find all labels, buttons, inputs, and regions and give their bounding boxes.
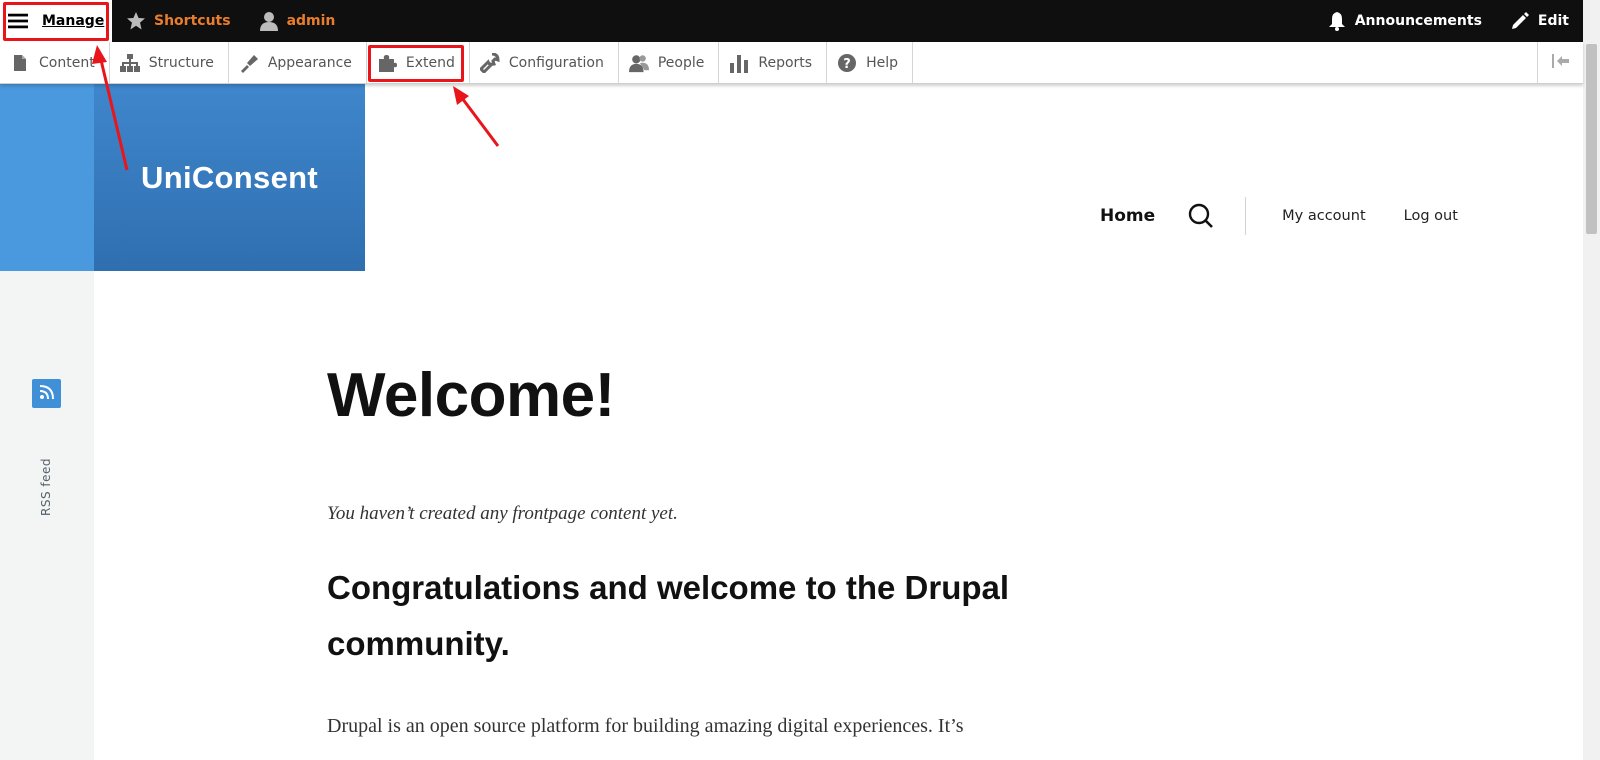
search-icon[interactable] — [1187, 202, 1215, 230]
tray-item-content[interactable]: Content — [0, 42, 110, 83]
site-branding[interactable]: UniConsent — [94, 84, 365, 271]
user-label: admin — [286, 13, 336, 29]
main-content: Welcome! You haven’t created any frontpa… — [327, 360, 1027, 737]
welcome-heading: Congratulations and welcome to the Drupa… — [327, 569, 1010, 662]
page-title: Welcome! — [327, 361, 615, 430]
wrench-icon — [479, 52, 500, 73]
bar-chart-icon — [729, 53, 749, 73]
manage-highlight-box — [3, 2, 109, 41]
rss-feed-link[interactable]: RSS feed — [32, 420, 60, 516]
tray-label-structure: Structure — [148, 54, 214, 71]
announcements-tab[interactable]: Announcements — [1313, 0, 1496, 42]
edit-tab[interactable]: Edit — [1496, 0, 1583, 42]
empty-content-message: You haven’t created any frontpage conten… — [327, 503, 678, 524]
collapse-left-icon — [1551, 53, 1571, 73]
tray-label-appearance: Appearance — [267, 54, 352, 71]
file-icon — [10, 53, 30, 73]
admin-toolbar: Manage Shortcuts admin Announcements Edi… — [0, 0, 1583, 42]
tray-item-help[interactable]: ? Help — [827, 42, 913, 83]
arrow-to-extend — [453, 86, 500, 147]
bell-icon — [1327, 11, 1347, 31]
tray-item-structure[interactable]: Structure — [110, 42, 229, 83]
nav-divider — [1245, 197, 1247, 235]
rss-icon — [38, 383, 56, 405]
star-icon — [126, 11, 146, 31]
main-navigation: Home My account Log out — [1100, 196, 1496, 236]
intro-paragraph: Drupal is an open source platform for bu… — [327, 715, 964, 737]
admin-tray: Content Structure Appearance Extend Conf… — [0, 42, 1583, 84]
tray-item-appearance[interactable]: Appearance — [229, 42, 367, 83]
extend-highlight-box — [368, 45, 464, 82]
tray-label-configuration: Configuration — [508, 54, 604, 71]
people-icon — [628, 53, 649, 73]
pencil-icon — [1510, 11, 1530, 31]
tray-label-reports: Reports — [758, 54, 813, 71]
nav-home-link[interactable]: Home — [1100, 206, 1155, 226]
user-icon — [259, 11, 279, 31]
tray-label-people: People — [657, 54, 705, 71]
header-accent — [0, 84, 94, 271]
rss-feed-label: RSS feed — [39, 458, 53, 516]
my-account-link[interactable]: My account — [1282, 208, 1365, 224]
shortcuts-tab[interactable]: Shortcuts — [112, 0, 245, 42]
tray-item-reports[interactable]: Reports — [719, 42, 828, 83]
tray-item-people[interactable]: People — [619, 42, 720, 83]
rss-feed-button[interactable] — [32, 379, 61, 408]
paintbrush-icon — [239, 53, 259, 73]
log-out-link[interactable]: Log out — [1404, 208, 1458, 224]
shortcuts-label: Shortcuts — [154, 13, 231, 29]
svg-text:?: ? — [843, 57, 851, 72]
scrollbar-thumb[interactable] — [1586, 44, 1597, 234]
tray-label-help: Help — [866, 54, 898, 71]
tray-item-configuration[interactable]: Configuration — [470, 42, 619, 83]
tray-label-content: Content — [39, 54, 95, 71]
edit-label: Edit — [1537, 13, 1569, 29]
announcements-label: Announcements — [1354, 13, 1482, 29]
user-tab[interactable]: admin — [245, 0, 350, 42]
sitemap-icon — [119, 53, 140, 73]
tray-orientation-toggle[interactable] — [1537, 42, 1583, 83]
site-name[interactable]: UniConsent — [141, 160, 318, 196]
page-scrollbar[interactable] — [1583, 0, 1600, 760]
help-icon: ? — [837, 53, 857, 73]
